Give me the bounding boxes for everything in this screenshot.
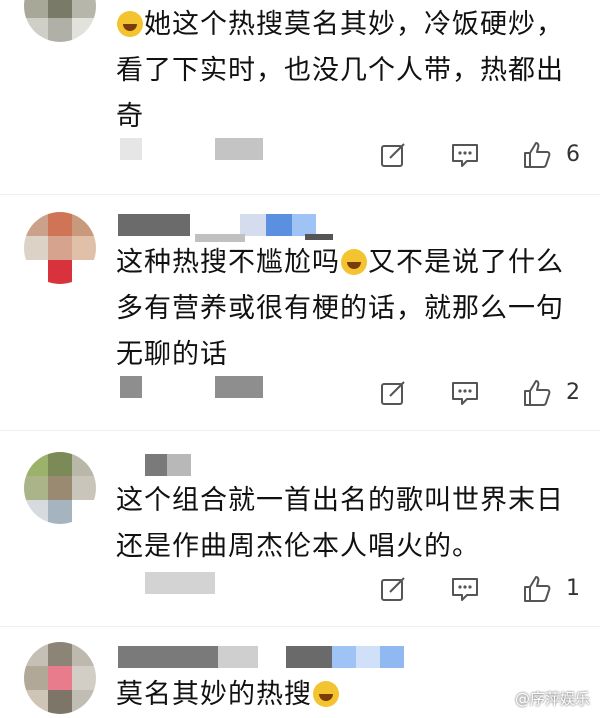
- blurred-username[interactable]: [145, 454, 191, 478]
- blurred-username[interactable]: [118, 646, 404, 670]
- avatar[interactable]: [24, 0, 96, 42]
- like-count: 2: [566, 380, 580, 405]
- avatar[interactable]: [24, 452, 96, 524]
- like-icon[interactable]: [522, 378, 552, 408]
- blurred-timestamp: [120, 376, 142, 398]
- comment-text: 她这个热搜莫名其妙，冷饭硬炒，看了下实时，也没几个人带，热都出奇: [116, 9, 564, 132]
- comment-actions: 2: [0, 376, 600, 412]
- blurred-timestamp: [145, 572, 215, 594]
- comment-text: 这个组合就一首出名的歌叫世界末日还是作曲周杰伦本人唱火的。: [116, 485, 564, 562]
- edit-icon[interactable]: [378, 574, 408, 604]
- like-icon[interactable]: [522, 574, 552, 604]
- comment-actions: 1: [0, 572, 600, 608]
- divider: [0, 626, 600, 627]
- like-count: 1: [566, 576, 580, 601]
- comment-icon[interactable]: [450, 378, 480, 408]
- like-icon[interactable]: [522, 140, 552, 170]
- blurred-timestamp: [120, 138, 142, 160]
- edit-icon[interactable]: [378, 378, 408, 408]
- edit-icon[interactable]: [378, 140, 408, 170]
- avatar[interactable]: [24, 212, 96, 284]
- blurred-location: [215, 376, 263, 398]
- comment-icon[interactable]: [450, 140, 480, 170]
- like-count: 6: [566, 142, 580, 167]
- comment-icon[interactable]: [450, 574, 480, 604]
- grinning-sweat-emoji: [117, 11, 143, 37]
- sleepy-tear-emoji: [341, 249, 367, 275]
- divider: [0, 194, 600, 195]
- avatar[interactable]: [24, 642, 96, 714]
- blurred-location: [215, 138, 263, 160]
- grinning-sweat-emoji: [313, 681, 339, 707]
- watermark: @序萍娱乐: [514, 690, 590, 708]
- comment-actions: 6: [0, 138, 600, 174]
- divider: [0, 430, 600, 431]
- comment-text: 这种热搜不尴尬吗 又不是说了什么多有营养或很有梗的话，就那么一句无聊的话: [116, 247, 564, 370]
